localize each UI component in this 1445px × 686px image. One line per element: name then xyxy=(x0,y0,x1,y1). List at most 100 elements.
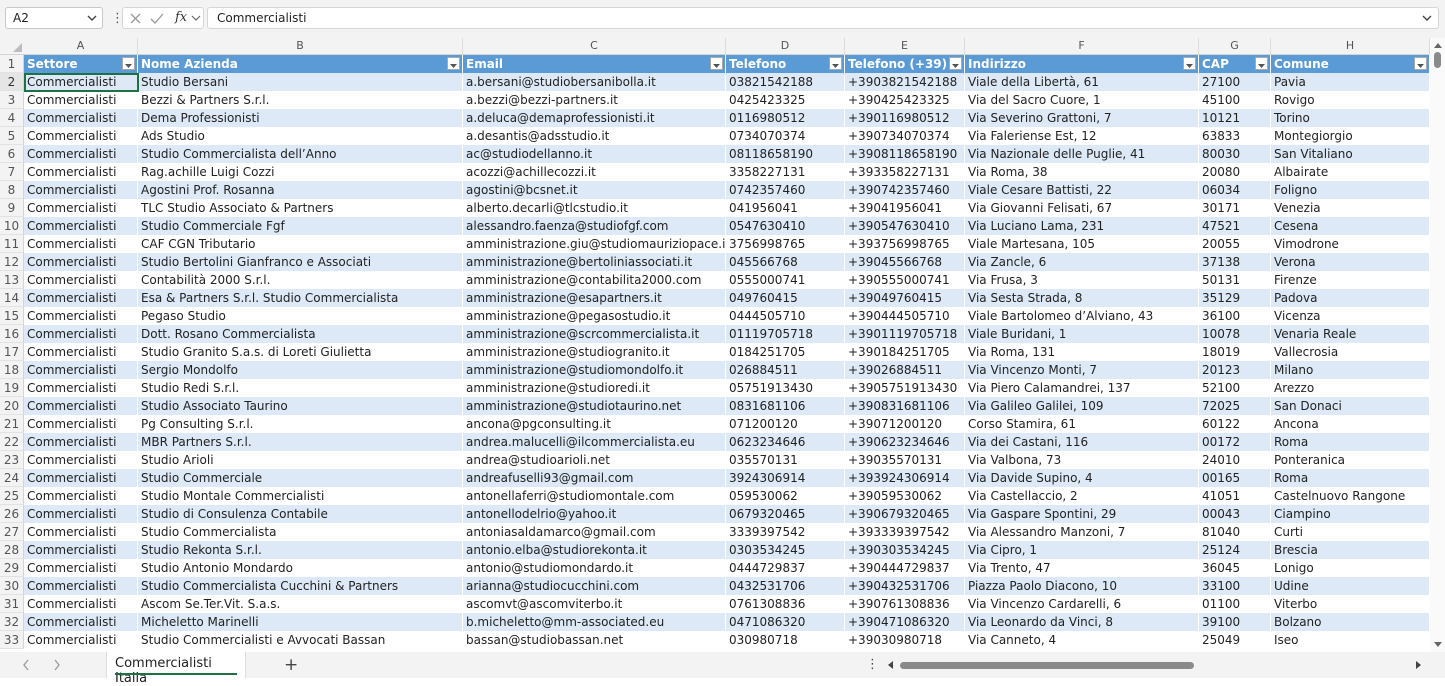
cell-email[interactable]: amministrazione@esapartners.it xyxy=(463,289,726,307)
filter-dropdown-icon[interactable] xyxy=(1183,57,1196,70)
cell-settore[interactable]: Commercialisti xyxy=(24,451,138,469)
cell-telefono-39[interactable]: +390734070374 xyxy=(845,127,965,145)
filter-dropdown-icon[interactable] xyxy=(829,57,842,70)
filter-dropdown-icon[interactable] xyxy=(447,57,460,70)
row-number[interactable]: 7 xyxy=(0,163,24,181)
cell-telefono-39[interactable]: +390555000741 xyxy=(845,271,965,289)
cell-cap[interactable]: 10121 xyxy=(1199,109,1271,127)
cell-telefono[interactable]: 071200120 xyxy=(726,415,845,433)
cell-indirizzo[interactable]: Via Zancle, 6 xyxy=(965,253,1199,271)
cell-settore[interactable]: Commercialisti xyxy=(24,343,138,361)
cell-email[interactable]: bassan@studiobassan.net xyxy=(463,631,726,649)
row-number[interactable]: 2 xyxy=(0,73,24,91)
header-indirizzo[interactable]: Indirizzo xyxy=(965,55,1199,73)
cell-telefono[interactable]: 045566768 xyxy=(726,253,845,271)
scroll-right-icon[interactable] xyxy=(1416,661,1422,669)
cell-cap[interactable]: 47521 xyxy=(1199,217,1271,235)
cell-cap[interactable]: 06034 xyxy=(1199,181,1271,199)
cell-settore[interactable]: Commercialisti xyxy=(24,613,138,631)
cell-nome-azienda[interactable]: Studio Commercialista xyxy=(138,523,463,541)
cell-comune[interactable]: Foligno xyxy=(1271,181,1430,199)
cell-cap[interactable]: 10078 xyxy=(1199,325,1271,343)
cell-cap[interactable]: 25049 xyxy=(1199,631,1271,649)
row-number[interactable]: 12 xyxy=(0,253,24,271)
cell-indirizzo[interactable]: Via Roma, 38 xyxy=(965,163,1199,181)
select-all-icon[interactable] xyxy=(13,43,22,52)
row-number[interactable]: 33 xyxy=(0,631,24,649)
cell-telefono[interactable]: 0116980512 xyxy=(726,109,845,127)
cell-settore[interactable]: Commercialisti xyxy=(24,577,138,595)
cell-nome-azienda[interactable]: Dema Professionisti xyxy=(138,109,463,127)
cell-telefono[interactable]: 03821542188 xyxy=(726,73,845,91)
cell-telefono-39[interactable]: +39035570131 xyxy=(845,451,965,469)
filter-dropdown-icon[interactable] xyxy=(122,57,135,70)
column-header-h[interactable]: H xyxy=(1271,38,1430,54)
cell-telefono[interactable]: 0555000741 xyxy=(726,271,845,289)
cell-settore[interactable]: Commercialisti xyxy=(24,631,138,649)
cell-telefono-39[interactable]: +39045566768 xyxy=(845,253,965,271)
row-number[interactable]: 32 xyxy=(0,613,24,631)
cell-indirizzo[interactable]: Via Luciano Lama, 231 xyxy=(965,217,1199,235)
cell-settore[interactable]: Commercialisti xyxy=(24,127,138,145)
cell-telefono-39[interactable]: +390303534245 xyxy=(845,541,965,559)
row-number[interactable]: 20 xyxy=(0,397,24,415)
cell-telefono[interactable]: 0444729837 xyxy=(726,559,845,577)
cell-telefono-39[interactable]: +390425423325 xyxy=(845,91,965,109)
vertical-scroll-thumb[interactable] xyxy=(1434,52,1441,68)
cell-nome-azienda[interactable]: MBR Partners S.r.l. xyxy=(138,433,463,451)
cell-indirizzo[interactable]: Via Galileo Galilei, 109 xyxy=(965,397,1199,415)
cell-email[interactable]: arianna@studiocucchini.com xyxy=(463,577,726,595)
row-number[interactable]: 10 xyxy=(0,217,24,235)
cell-indirizzo[interactable]: Via Leonardo da Vinci, 8 xyxy=(965,613,1199,631)
horizontal-scroll-track[interactable] xyxy=(900,662,1410,669)
cell-telefono[interactable]: 3756998765 xyxy=(726,235,845,253)
cell-comune[interactable]: Udine xyxy=(1271,577,1430,595)
cell-nome-azienda[interactable]: Studio Granito S.a.s. di Loreti Giuliett… xyxy=(138,343,463,361)
cell-indirizzo[interactable]: Piazza Paolo Diacono, 10 xyxy=(965,577,1199,595)
cell-email[interactable]: ascomvt@ascomviterbo.it xyxy=(463,595,726,613)
next-sheet-icon[interactable] xyxy=(53,659,61,671)
cell-nome-azienda[interactable]: Contabilità 2000 S.r.l. xyxy=(138,271,463,289)
cell-nome-azienda[interactable]: Studio Commercialisti e Avvocati Bassan xyxy=(138,631,463,649)
cell-indirizzo[interactable]: Via Gaspare Spontini, 29 xyxy=(965,505,1199,523)
cell-nome-azienda[interactable]: Studio Bersani xyxy=(138,73,463,91)
row-number[interactable]: 9 xyxy=(0,199,24,217)
cell-email[interactable]: amministrazione@scrcommercialista.it xyxy=(463,325,726,343)
cell-telefono[interactable]: 0761308836 xyxy=(726,595,845,613)
cell-telefono[interactable]: 049760415 xyxy=(726,289,845,307)
confirm-icon[interactable] xyxy=(150,12,164,25)
row-number[interactable]: 19 xyxy=(0,379,24,397)
cell-comune[interactable]: Pavia xyxy=(1271,73,1430,91)
row-number[interactable]: 18 xyxy=(0,361,24,379)
cell-email[interactable]: a.deluca@demaprofessionisti.it xyxy=(463,109,726,127)
cell-settore[interactable]: Commercialisti xyxy=(24,199,138,217)
row-number[interactable]: 21 xyxy=(0,415,24,433)
cell-indirizzo[interactable]: Via Castellaccio, 2 xyxy=(965,487,1199,505)
cell-settore[interactable]: Commercialisti xyxy=(24,559,138,577)
cell-comune[interactable]: Montegiorgio xyxy=(1271,127,1430,145)
row-number[interactable]: 23 xyxy=(0,451,24,469)
cell-indirizzo[interactable]: Via Davide Supino, 4 xyxy=(965,469,1199,487)
cell-settore[interactable]: Commercialisti xyxy=(24,307,138,325)
cell-telefono-39[interactable]: +390623234646 xyxy=(845,433,965,451)
row-number[interactable]: 17 xyxy=(0,343,24,361)
cell-indirizzo[interactable]: Via Giovanni Felisati, 67 xyxy=(965,199,1199,217)
cell-nome-azienda[interactable]: Studio Commerciale Fgf xyxy=(138,217,463,235)
cell-email[interactable]: amministrazione@pegasostudio.it xyxy=(463,307,726,325)
cell-telefono-39[interactable]: +390742357460 xyxy=(845,181,965,199)
filter-dropdown-icon[interactable] xyxy=(1255,57,1268,70)
cell-comune[interactable]: Viterbo xyxy=(1271,595,1430,613)
cell-nome-azienda[interactable]: CAF CGN Tributario xyxy=(138,235,463,253)
cell-cap[interactable]: 00043 xyxy=(1199,505,1271,523)
cell-nome-azienda[interactable]: Sergio Mondolfo xyxy=(138,361,463,379)
column-header-f[interactable]: F xyxy=(965,38,1199,54)
cell-indirizzo[interactable]: Via Piero Calamandrei, 137 xyxy=(965,379,1199,397)
cell-cap[interactable]: 52100 xyxy=(1199,379,1271,397)
cell-settore[interactable]: Commercialisti xyxy=(24,505,138,523)
cell-comune[interactable]: Lonigo xyxy=(1271,559,1430,577)
cell-telefono[interactable]: 0471086320 xyxy=(726,613,845,631)
cell-email[interactable]: andreafuselli93@gmail.com xyxy=(463,469,726,487)
cell-comune[interactable]: Brescia xyxy=(1271,541,1430,559)
cell-telefono-39[interactable]: +390116980512 xyxy=(845,109,965,127)
horizontal-scroll-thumb[interactable] xyxy=(900,662,1194,669)
